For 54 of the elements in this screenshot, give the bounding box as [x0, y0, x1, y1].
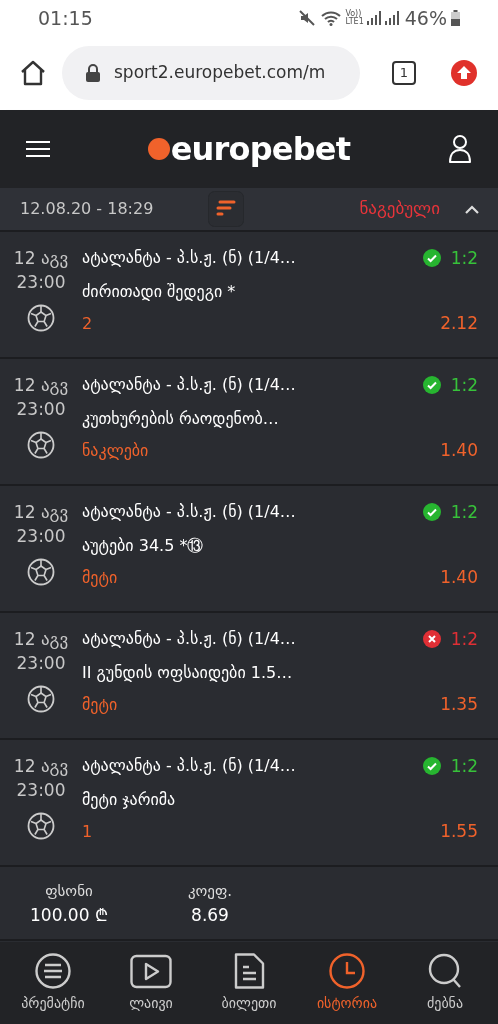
- match-name: ატალანტა - პ.ს.ჟ. (ნ) (1/4…: [82, 755, 297, 777]
- selection-text: მეტი: [82, 694, 119, 716]
- summary-label: ფსონი: [45, 881, 93, 902]
- summary-value: 100.00 ₾: [30, 904, 108, 927]
- event-time: 23:00: [16, 398, 66, 421]
- tab-count-button[interactable]: 1: [392, 61, 416, 85]
- event-time: 23:00: [16, 652, 66, 675]
- event-time: 23:00: [16, 271, 66, 294]
- match-name: ატალანტა - პ.ს.ჟ. (ნ) (1/4…: [82, 501, 297, 523]
- nav-tab[interactable]: ისტორია: [299, 952, 395, 1014]
- score-text: 1:2: [450, 755, 478, 778]
- event-time: 23:00: [16, 525, 66, 548]
- event-time: 23:00: [16, 779, 66, 802]
- nav-tab[interactable]: ბილეთი: [201, 952, 297, 1014]
- market-name: ძირითადი შედეგი *: [82, 281, 237, 303]
- nav-tab[interactable]: პრემატჩი: [5, 952, 101, 1014]
- odds-text: 2.12: [440, 312, 478, 335]
- match-name: ატალანტა - პ.ს.ჟ. (ნ) (1/4…: [82, 374, 297, 396]
- event-date: 12 აგვ: [13, 501, 69, 524]
- battery-percent: 46%: [404, 5, 447, 31]
- address-bar[interactable]: sport2.europebet.com/m: [62, 46, 360, 100]
- event-date: 12 აგვ: [13, 755, 69, 778]
- score-text: 1:2: [450, 374, 478, 397]
- match-name: ატალანტა - პ.ს.ჟ. (ნ) (1/4…: [82, 247, 297, 269]
- score-text: 1:2: [450, 501, 478, 524]
- market-name: აუტები 34.5 *⑬: [82, 535, 205, 557]
- selection-text: 1: [82, 821, 94, 843]
- nav-tab[interactable]: ძებნა: [397, 952, 493, 1014]
- selection-text: ნაკლები: [82, 440, 150, 462]
- odds-text: 1.35: [440, 693, 478, 716]
- summary-label: კოეფ.: [187, 881, 233, 902]
- market-name: მეტი ჯარიმა: [82, 789, 177, 811]
- ticket-date: 12.08.20 - 18:29: [20, 198, 155, 220]
- odds-text: 1.55: [440, 820, 478, 843]
- match-name: ატალანტა - პ.ს.ჟ. (ნ) (1/4…: [82, 628, 297, 650]
- odds-text: 1.40: [440, 566, 478, 589]
- odds-text: 1.40: [440, 439, 478, 462]
- network-label: Vo)): [345, 10, 362, 18]
- selection-text: 2: [82, 313, 94, 335]
- score-text: 1:2: [450, 247, 478, 270]
- nav-tab[interactable]: ლაივი: [103, 952, 199, 1014]
- market-name: II გუნდის ოფსაიდები 1.5…: [82, 662, 294, 684]
- event-date: 12 აგვ: [13, 247, 69, 270]
- network-label: LTE1: [345, 18, 364, 26]
- event-date: 12 აგვ: [13, 374, 69, 397]
- url-text: sport2.europebet.com/m: [114, 61, 326, 85]
- event-date: 12 აგვ: [13, 628, 69, 651]
- ticket-status: ნაგებული: [359, 197, 440, 221]
- market-name: კუთხურების რაოდენობ…: [82, 408, 280, 430]
- score-text: 1:2: [450, 628, 478, 651]
- clock-time: 01:15: [38, 5, 93, 31]
- logo: europebet: [147, 133, 351, 165]
- selection-text: მეტი: [82, 567, 119, 589]
- summary-value: 8.69: [191, 904, 229, 927]
